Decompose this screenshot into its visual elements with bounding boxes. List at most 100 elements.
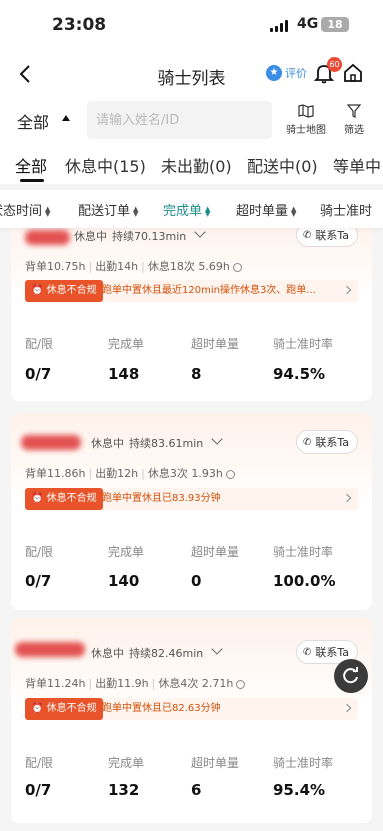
phone-icon: ✆ — [303, 436, 312, 448]
metric-label: 配/限 — [25, 756, 54, 770]
rider-name-redacted — [21, 435, 81, 450]
metric-label: 配/限 — [25, 545, 54, 559]
metric-label: 超时单量 — [191, 337, 240, 351]
rider-stats: 背单11.86h | 出勤12h | 休息3次 1.93h — [25, 465, 235, 481]
active-tab-indicator — [20, 179, 44, 182]
alert-tag: ⏰ 休息不合规 — [25, 280, 103, 302]
rider-map-label: 骑士地图 — [286, 125, 326, 136]
battery-icon: 18 — [321, 17, 349, 32]
sort-arrows-icon: ▲ ▼ — [291, 204, 297, 218]
metric-label: 完成单 — [108, 337, 145, 351]
rate-button[interactable]: ★ 评价 — [266, 64, 307, 82]
alert-tag: ⏰ 休息不合规 — [25, 488, 103, 510]
scope-dropdown[interactable]: 全部 — [17, 109, 49, 133]
sort-row: 状态时间▲▼ 配送订单▲▼ 完成单▲▼ 超时单量▲▼ 骑士准时 — [0, 190, 383, 228]
rest-alert[interactable]: ⏰ 休息不合规 跑单中置休且最近120min操作休息3次、跑单... — [25, 280, 358, 302]
metric-label: 完成单 — [108, 756, 145, 770]
home-icon[interactable] — [342, 62, 364, 84]
tab-delivering[interactable]: 配送中(0) — [247, 153, 318, 177]
sort-completed[interactable]: 完成单 ▲ ▼ — [163, 200, 210, 219]
sort-overtime[interactable]: 超时单量 ▲ ▼ — [236, 200, 296, 219]
filter-button[interactable]: 筛选 — [344, 104, 364, 136]
filter-label: 筛选 — [344, 125, 364, 136]
rest-status: 休息中 持续83.61min — [91, 437, 204, 450]
metric-value: 0/7 — [25, 365, 52, 383]
metric-value: 95.4% — [273, 781, 326, 799]
rest-status: 休息中 持续82.46min — [91, 647, 204, 660]
contact-button[interactable]: ✆ 联系Ta — [296, 430, 359, 454]
star-icon: ★ — [266, 65, 282, 81]
rider-name-redacted — [15, 642, 85, 657]
phone-icon: ✆ — [303, 229, 312, 241]
rate-label: 评价 — [285, 67, 307, 80]
sort-label: 状态时间 — [0, 204, 43, 219]
chevron-right-icon — [342, 703, 352, 713]
rider-card[interactable]: 休息中 持续82.46min ✆ 联系Ta 背单11.24h | 出勤11.9h | 休息4… — [11, 618, 372, 823]
sort-label: 骑士准时 — [320, 204, 373, 219]
metric-value: 94.5% — [273, 365, 326, 383]
tab-absent[interactable]: 未出勤(0) — [161, 153, 232, 177]
metric-label: 超时单量 — [191, 545, 240, 559]
filter-icon — [347, 104, 361, 118]
alert-message: 跑单中置休且已83.93分钟 — [102, 493, 221, 504]
tab-waiting[interactable]: 等单中 — [333, 153, 381, 177]
signal-icon — [270, 20, 292, 32]
rest-status: 休息中 持续70.13min — [74, 230, 187, 243]
sort-arrows-icon: ▲ ▼ — [45, 204, 51, 218]
metric-value: 132 — [108, 781, 140, 799]
sort-arrows-icon: ▲ ▼ — [205, 204, 211, 218]
sort-ontime[interactable]: 骑士准时 — [320, 200, 372, 219]
network-label: 4G — [297, 16, 319, 32]
metric-value: 6 — [191, 781, 202, 799]
rider-card[interactable]: 休息中 持续70.13min ✆ 联系Ta 背单10.75h | 出勤14h | 休息18次… — [11, 208, 372, 401]
rider-card[interactable]: 休息中 持续83.61min ✆ 联系Ta 背单11.86h | 出勤12h | 休息3次 … — [11, 413, 372, 610]
metric-label: 骑士准时率 — [273, 337, 334, 351]
alert-message: 跑单中置休且最近120min操作休息3次、跑单... — [102, 285, 316, 296]
refresh-button[interactable] — [334, 659, 368, 693]
sort-arrows-icon: ▲ ▼ — [133, 204, 139, 218]
sort-label: 完成单 — [163, 204, 203, 219]
filter-row: 全部 骑士地图 筛选 — [0, 98, 383, 144]
metric-value: 0 — [191, 572, 202, 590]
metric-value: 0/7 — [25, 781, 52, 799]
clock-icon — [236, 679, 246, 689]
rider-stats: 背单11.24h | 出勤11.9h | 休息4次 2.71h — [25, 675, 246, 691]
sort-status-time[interactable]: 状态时间▲▼ — [0, 200, 50, 219]
metric-value: 148 — [108, 365, 140, 383]
chevron-right-icon — [342, 493, 352, 503]
sort-label: 配送订单 — [78, 204, 131, 219]
metric-label: 骑士准时率 — [273, 545, 334, 559]
chevron-right-icon — [342, 285, 352, 295]
metric-value: 8 — [191, 365, 202, 383]
status-tabs: 全部 休息中(15) 未出勤(0) 配送中(0) 等单中 — [0, 144, 383, 184]
nav-bar: 骑士列表 ★ 评价 60 — [0, 50, 383, 98]
alert-message: 跑单中置休且已82.63分钟 — [102, 703, 221, 714]
metric-value: 0/7 — [25, 572, 52, 590]
caret-up-icon[interactable] — [62, 115, 70, 121]
status-time: 23:08 — [52, 15, 107, 35]
rest-alert[interactable]: ⏰ 休息不合规 跑单中置休且已83.93分钟 — [25, 488, 358, 510]
sort-delivery-orders[interactable]: 配送订单 ▲ ▼ — [78, 200, 138, 219]
metric-label: 完成单 — [108, 545, 145, 559]
refresh-icon — [343, 667, 358, 684]
rider-stats: 背单10.75h | 出勤14h | 休息18次 5.69h — [25, 258, 242, 274]
search-input[interactable] — [87, 101, 272, 139]
clock-icon — [225, 469, 235, 479]
clock-icon — [232, 262, 242, 272]
status-bar: 23:08 4G 18 — [0, 0, 383, 50]
metric-value: 100.0% — [273, 572, 336, 590]
tab-all[interactable]: 全部 — [15, 153, 47, 177]
sort-label: 超时单量 — [236, 204, 289, 219]
map-icon — [298, 104, 314, 118]
rider-name-redacted — [25, 230, 70, 245]
metric-label: 超时单量 — [191, 756, 240, 770]
metric-label: 配/限 — [25, 337, 54, 351]
rest-alert[interactable]: ⏰ 休息不合规 跑单中置休且已82.63分钟 — [25, 698, 358, 720]
rider-map-button[interactable]: 骑士地图 — [286, 104, 326, 136]
tab-resting[interactable]: 休息中(15) — [65, 153, 146, 177]
metric-value: 140 — [108, 572, 140, 590]
metric-label: 骑士准时率 — [273, 756, 334, 770]
alert-tag: ⏰ 休息不合规 — [25, 698, 103, 720]
notification-badge: 60 — [327, 57, 342, 72]
phone-icon: ✆ — [303, 646, 312, 658]
